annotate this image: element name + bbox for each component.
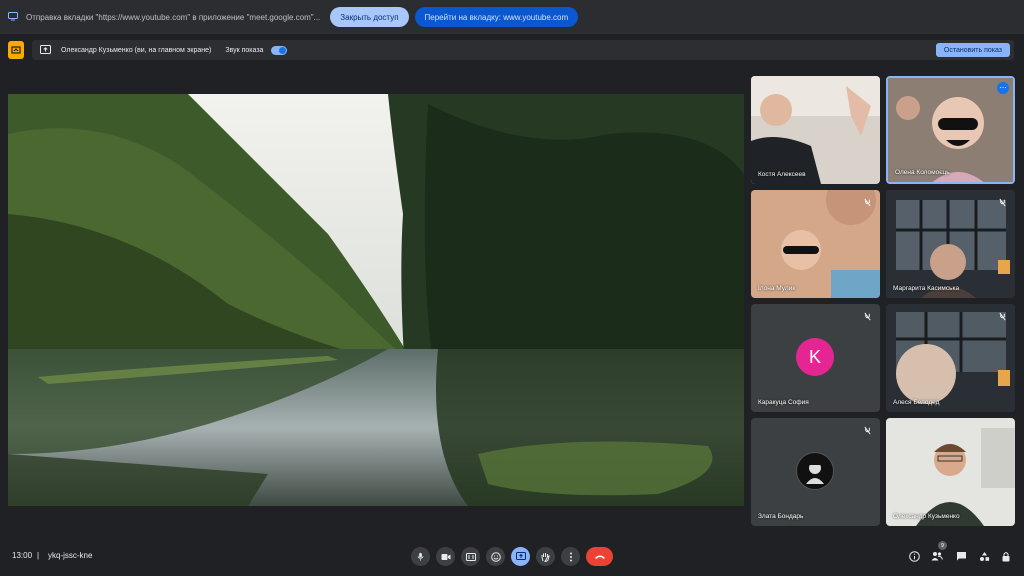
mic-off-icon [864, 426, 871, 435]
go-to-tab-button[interactable]: Перейти на вкладку: www.youtube.com [414, 7, 579, 27]
avatar [796, 452, 834, 490]
footer-separator: | [37, 551, 40, 560]
mic-off-icon [864, 198, 871, 207]
present-button[interactable] [511, 547, 530, 566]
raise-hand-button[interactable] [536, 547, 555, 566]
participant-tile-self[interactable]: Олександр Кузьменко [886, 418, 1015, 526]
more-options-icon[interactable]: ⋯ [997, 82, 1009, 94]
participant-tile[interactable]: Маргарита Касимська [886, 190, 1015, 298]
microphone-icon [417, 552, 424, 561]
shared-tab-video [8, 94, 744, 506]
leave-call-button[interactable] [586, 547, 613, 566]
presentation-app-icon[interactable] [8, 41, 24, 59]
participant-count-badge: 9 [938, 541, 947, 550]
lock-person-icon [1002, 551, 1010, 561]
participant-tile[interactable]: K Каракуца София [751, 304, 880, 412]
activities-icon [979, 551, 989, 561]
presenting-bar: Олександр Кузьменко (ви, на главном экра… [32, 40, 1014, 60]
people-icon [931, 552, 943, 561]
present-screen-icon [515, 552, 526, 560]
meeting-info-button[interactable] [907, 549, 921, 563]
presenter-label: Олександр Кузьменко (ви, на главном экра… [61, 46, 212, 54]
participant-name: Каракуца София [758, 399, 809, 406]
microphone-button[interactable] [411, 547, 430, 566]
share-sound-toggle[interactable] [271, 45, 288, 55]
more-vert-icon [569, 552, 572, 561]
mic-off-icon [864, 312, 871, 321]
meeting-time: 13:00 [12, 551, 33, 560]
emoji-icon [490, 551, 501, 562]
participant-name: Алеся Белодед [893, 399, 940, 406]
chat-icon [956, 551, 966, 560]
participant-name: Злата Бондарь [758, 513, 804, 520]
participant-name: Ілона Мулик [758, 285, 796, 292]
hang-up-icon [594, 555, 605, 559]
people-button[interactable] [930, 549, 944, 563]
participant-tile[interactable]: Злата Бондарь [751, 418, 880, 526]
chat-button[interactable] [954, 549, 968, 563]
participant-name: Маргарита Касимська [893, 285, 960, 292]
participant-tile-active[interactable]: Олена Коломоєць ⋯ [886, 76, 1015, 184]
meeting-code: ykq-jssc-kne [48, 551, 93, 560]
activities-button[interactable] [977, 549, 991, 563]
info-icon [908, 550, 920, 562]
captions-button[interactable] [461, 547, 480, 566]
participant-name: Олександр Кузьменко [893, 513, 960, 520]
share-sound-label: Звук показа [225, 46, 264, 54]
captions-icon [465, 552, 476, 561]
participant-name: Олена Коломоєць [895, 169, 950, 176]
sharing-message: Отправка вкладки "https://www.youtube.co… [26, 12, 321, 22]
participant-tile[interactable]: Ілона Мулик [751, 190, 880, 298]
more-options-button[interactable] [561, 547, 580, 566]
host-controls-button[interactable] [999, 549, 1013, 563]
stop-presenting-button[interactable]: Остановить показ [935, 43, 1010, 57]
tab-sharing-bar: Отправка вкладки "https://www.youtube.co… [0, 0, 1024, 34]
mic-off-icon [999, 198, 1006, 207]
participant-name: Костя Алексеев [758, 171, 806, 178]
participant-tile[interactable]: Алеся Белодед [886, 304, 1015, 412]
avatar: K [796, 338, 834, 376]
screen-share-icon [8, 11, 18, 23]
participant-tile[interactable]: Костя Алексеев [751, 76, 880, 184]
reactions-button[interactable] [486, 547, 505, 566]
camera-button[interactable] [436, 547, 455, 566]
hand-icon [541, 552, 550, 562]
mic-off-icon [999, 312, 1006, 321]
close-access-button[interactable]: Закрыть доступ [330, 7, 409, 27]
camera-icon [441, 553, 450, 560]
present-screen-icon [40, 44, 51, 56]
